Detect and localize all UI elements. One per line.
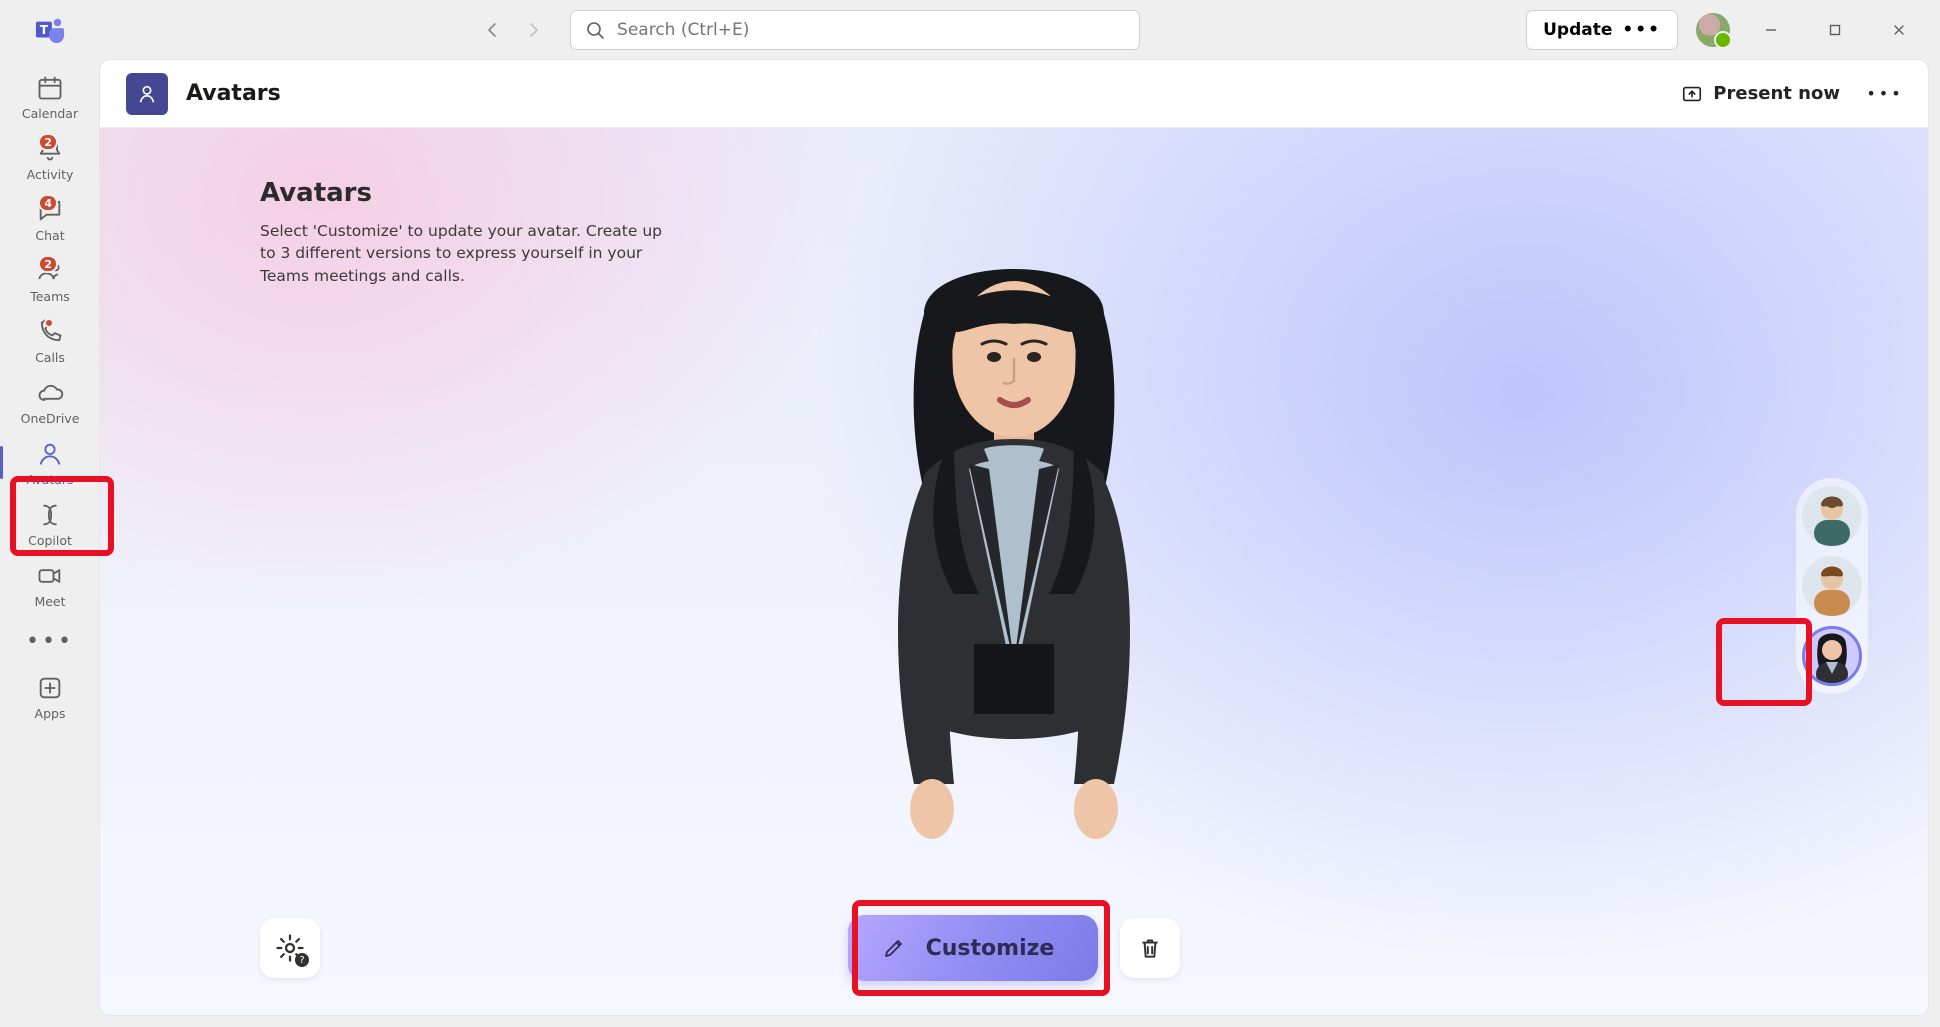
app-surface: Avatars Present now ••• Avatars Select '…: [100, 60, 1928, 1015]
titlebar: T Update •••: [0, 0, 1940, 60]
rail-label: Copilot: [28, 533, 72, 548]
avatar-preview: [804, 224, 1224, 864]
window-minimize-button[interactable]: [1748, 10, 1794, 50]
history-nav: [476, 13, 550, 47]
bell-icon: 2: [36, 135, 64, 163]
profile-avatar[interactable]: [1696, 13, 1730, 47]
trash-icon: [1137, 935, 1163, 961]
more-icon: •••: [1866, 84, 1903, 103]
avatar-settings-button[interactable]: ?: [260, 918, 320, 978]
update-button[interactable]: Update •••: [1526, 10, 1678, 50]
app-header: Avatars Present now •••: [100, 60, 1928, 128]
avatar-icon: [36, 440, 64, 468]
present-now-button[interactable]: Present now: [1671, 77, 1850, 111]
rail-label: Chat: [35, 228, 64, 243]
rail-more-button[interactable]: •••: [14, 621, 86, 660]
rail-label: Calendar: [22, 106, 78, 121]
rail-label: Apps: [35, 706, 66, 721]
search-icon: [585, 20, 605, 40]
avatar-picker: [1796, 478, 1868, 694]
avatar-slot-3[interactable]: [1802, 626, 1862, 686]
app-badge-icon: [126, 73, 168, 115]
chat-badge: 4: [38, 194, 58, 212]
more-icon: •••: [26, 629, 74, 654]
rail-item-apps[interactable]: Apps: [14, 666, 86, 727]
teams-badge: 2: [38, 255, 58, 273]
nav-back-button[interactable]: [476, 13, 510, 47]
window-maximize-button[interactable]: [1812, 10, 1858, 50]
avatar-canvas: Avatars Select 'Customize' to update you…: [100, 128, 1928, 1015]
pencil-icon: [882, 936, 906, 960]
teams-logo-icon: T: [10, 15, 90, 45]
rail-item-copilot[interactable]: Copilot: [14, 493, 86, 554]
rail-item-teams[interactable]: 2 Teams: [14, 249, 86, 310]
rail-item-activity[interactable]: 2 Activity: [14, 127, 86, 188]
intro-body: Select 'Customize' to update your avatar…: [260, 220, 680, 287]
rail-label: OneDrive: [21, 411, 80, 426]
apps-icon: [36, 674, 64, 702]
gear-icon: ?: [275, 933, 305, 963]
avatar-slot-1[interactable]: [1802, 486, 1862, 546]
cloud-icon: [36, 379, 64, 407]
app-rail: Calendar 2 Activity 4 Chat 2 Teams Calls: [0, 60, 100, 1027]
rail-item-avatars[interactable]: Avatars: [14, 432, 86, 493]
calls-dot: [44, 318, 54, 328]
search-input[interactable]: [617, 20, 1125, 40]
rail-label: Teams: [30, 289, 70, 304]
update-button-label: Update: [1543, 20, 1612, 40]
copilot-icon: [36, 501, 64, 529]
video-icon: [36, 562, 64, 590]
rail-item-calls[interactable]: Calls: [14, 310, 86, 371]
svg-text:T: T: [40, 23, 49, 37]
rail-label: Calls: [35, 350, 65, 365]
phone-icon: [36, 318, 64, 346]
intro-block: Avatars Select 'Customize' to update you…: [260, 178, 680, 287]
rail-label: Activity: [27, 167, 74, 182]
rail-item-onedrive[interactable]: OneDrive: [14, 371, 86, 432]
app-title: Avatars: [186, 81, 281, 106]
delete-avatar-button[interactable]: [1120, 918, 1180, 978]
intro-heading: Avatars: [260, 178, 680, 208]
calendar-icon: [36, 74, 64, 102]
action-row: ? Customize: [100, 915, 1928, 981]
app-more-button[interactable]: •••: [1868, 77, 1902, 111]
rail-item-calendar[interactable]: Calendar: [14, 66, 86, 127]
nav-forward-button[interactable]: [516, 13, 550, 47]
present-icon: [1681, 83, 1703, 105]
customize-button[interactable]: Customize: [848, 915, 1099, 981]
people-icon: 2: [36, 257, 64, 285]
rail-label: Meet: [34, 594, 65, 609]
present-label: Present now: [1713, 83, 1840, 104]
rail-label: Avatars: [26, 472, 73, 487]
chat-icon: 4: [36, 196, 64, 224]
window-close-button[interactable]: [1876, 10, 1922, 50]
more-icon: •••: [1622, 20, 1661, 40]
rail-item-meet[interactable]: Meet: [14, 554, 86, 615]
rail-item-chat[interactable]: 4 Chat: [14, 188, 86, 249]
search-box[interactable]: [570, 10, 1140, 50]
customize-label: Customize: [926, 936, 1055, 961]
activity-badge: 2: [38, 133, 58, 151]
avatar-slot-2[interactable]: [1802, 556, 1862, 616]
